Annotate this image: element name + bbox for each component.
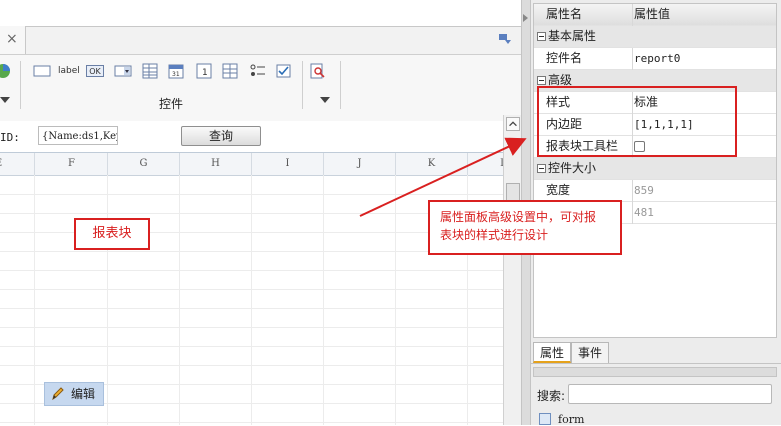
advanced-settings-highlight	[537, 86, 737, 157]
column-header-k[interactable]: K	[396, 153, 468, 175]
group-size-label: 控件大小	[548, 161, 597, 175]
calendar-icon[interactable]: 31	[167, 63, 185, 79]
grid-row-line	[0, 327, 503, 328]
editor-tab[interactable]: ×	[0, 26, 26, 54]
grid-row-line	[0, 346, 503, 347]
group-basic-label: 基本属性	[548, 29, 597, 43]
property-table-header: 属性名 属性值	[534, 4, 776, 26]
toolbar-separator	[340, 61, 341, 109]
column-header-f[interactable]: F	[36, 153, 108, 175]
column-header-j[interactable]: J	[324, 153, 396, 175]
group-basic[interactable]: 基本属性	[534, 26, 776, 48]
grid-row-line	[0, 365, 503, 366]
svg-text:31: 31	[172, 71, 180, 78]
property-row-name[interactable]: 控件名 report0	[534, 48, 776, 70]
scroll-up-icon[interactable]	[506, 117, 520, 131]
param-id-field[interactable]: {Name:ds1,Key	[38, 126, 118, 145]
annotation-line-2: 表块的样式进行设计	[440, 228, 549, 242]
toolbar-separator	[20, 61, 21, 109]
column-header-i[interactable]: I	[252, 153, 324, 175]
chevron-down-icon[interactable]	[320, 97, 330, 103]
toolbar-separator	[302, 61, 303, 109]
parameter-panel: ID: {Name:ds1,Key 查询	[0, 121, 503, 152]
pencil-icon	[52, 387, 64, 401]
grid-row-line	[0, 422, 503, 423]
property-row-width[interactable]: 宽度 859	[534, 180, 776, 202]
grid-icon[interactable]	[221, 63, 239, 79]
property-key: 控件名	[546, 51, 583, 65]
column-header-h[interactable]: H	[180, 153, 252, 175]
collapse-icon[interactable]	[537, 76, 546, 85]
query-button[interactable]: 查询	[181, 126, 261, 146]
vertical-scrollbar[interactable]	[503, 115, 521, 425]
group-size[interactable]: 控件大小	[534, 158, 776, 180]
column-header-e[interactable]: E	[0, 153, 35, 175]
list-icon[interactable]	[249, 63, 267, 79]
column-header: EFGHIJKL	[0, 153, 507, 176]
form-icon	[539, 413, 551, 425]
widget-tree-panel: 搜索: form	[531, 364, 781, 426]
property-table: 属性名 属性值 基本属性 控件名 report0 高级 样式 标准 内边距 [1…	[533, 3, 777, 338]
search-input[interactable]	[568, 384, 772, 404]
checkbox-icon[interactable]	[275, 63, 293, 79]
annotation-callout: 属性面板高级设置中，可对报 表块的样式进行设计	[428, 200, 622, 255]
edit-button[interactable]: 编辑	[44, 382, 104, 406]
grid-row-line	[0, 270, 503, 271]
number-icon[interactable]: 1	[195, 63, 213, 79]
column-divider	[632, 48, 633, 70]
tab-events[interactable]: 事件	[571, 342, 610, 363]
chart-icon[interactable]	[0, 63, 12, 79]
param-id-label: ID:	[0, 131, 20, 144]
tab-attributes[interactable]: 属性	[533, 342, 572, 363]
column-divider	[632, 202, 633, 224]
frame-icon[interactable]	[33, 63, 51, 79]
annotation-line-1: 属性面板高级设置中，可对报	[440, 210, 597, 224]
tree-item-form[interactable]: form	[558, 413, 584, 426]
combo-icon[interactable]	[114, 63, 132, 79]
svg-text:1: 1	[202, 68, 208, 78]
header-value: 属性值	[634, 7, 671, 21]
search-doc-icon[interactable]	[309, 63, 327, 79]
grid-row-line	[0, 289, 503, 290]
property-value[interactable]: 481	[634, 202, 654, 223]
grid-row-line	[0, 308, 503, 309]
property-value[interactable]: 859	[634, 180, 654, 201]
widget-toolbar: label OK 31 1 控件	[0, 54, 521, 122]
header-name: 属性名	[546, 7, 583, 21]
tree-panel-title-bar[interactable]	[533, 367, 777, 377]
table-icon[interactable]	[141, 63, 159, 79]
column-divider	[632, 4, 633, 26]
grid-row-line	[0, 194, 503, 195]
column-header-g[interactable]: G	[108, 153, 180, 175]
collapse-icon[interactable]	[537, 32, 546, 41]
report-block-label: 报表块	[74, 218, 150, 250]
collapse-arrow-icon[interactable]	[523, 14, 528, 22]
column-divider	[632, 180, 633, 202]
collapse-icon[interactable]	[537, 164, 546, 173]
property-value[interactable]: report0	[634, 48, 680, 69]
close-icon[interactable]: ×	[6, 31, 18, 47]
chevron-down-icon[interactable]	[0, 97, 10, 103]
label-icon[interactable]: label	[58, 63, 80, 79]
property-key: 宽度	[546, 183, 571, 197]
tab-strip	[0, 0, 521, 27]
edit-button-label: 编辑	[71, 387, 96, 401]
panel-tabs: 属性 事件	[531, 341, 781, 364]
search-label: 搜索:	[537, 389, 566, 403]
panel-toggle-icon[interactable]	[498, 33, 512, 45]
button-icon[interactable]: OK	[86, 65, 104, 77]
widget-group-label: 控件	[159, 97, 184, 111]
